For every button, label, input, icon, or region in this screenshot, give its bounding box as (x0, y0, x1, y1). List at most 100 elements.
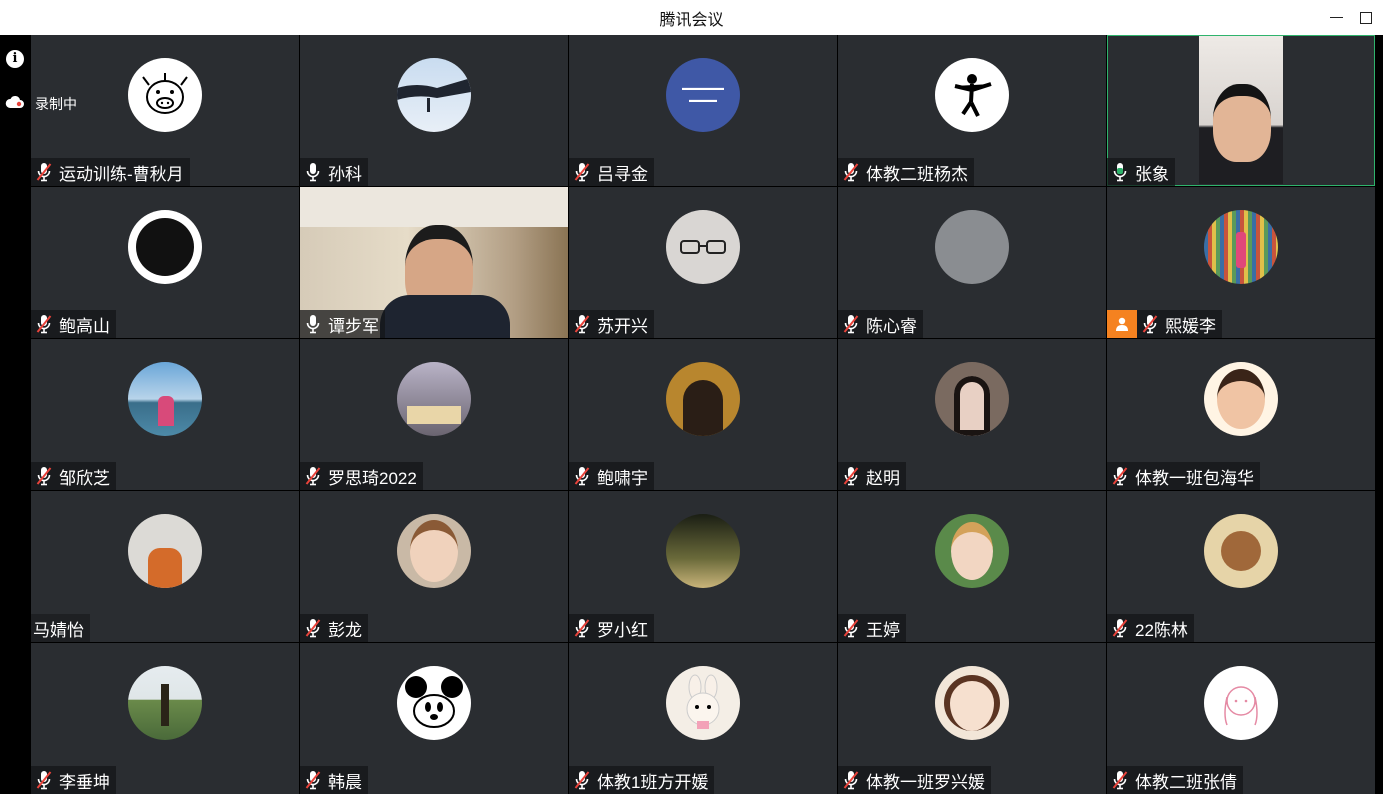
participant-avatar (128, 514, 202, 588)
mic-muted-icon (304, 770, 322, 790)
mic-muted-icon (1141, 314, 1159, 334)
participant-avatar (128, 666, 202, 740)
participant-tile[interactable]: 彭龙 (300, 491, 568, 642)
participant-tile[interactable]: 体教二班张倩 (1107, 643, 1375, 794)
mic-muted-icon (304, 618, 322, 638)
mic-icon (304, 162, 322, 182)
participant-avatar (128, 58, 202, 132)
participant-name: 孙科 (328, 164, 362, 184)
participant-name-tag: 运动训练-曹秋月 (31, 158, 190, 186)
participant-name: 韩晨 (328, 772, 362, 792)
participant-avatar (935, 514, 1009, 588)
participant-avatar (666, 362, 740, 436)
participant-avatar (397, 58, 471, 132)
participant-name: 张象 (1135, 164, 1169, 184)
mic-muted-icon (35, 770, 53, 790)
participant-tile[interactable]: 苏开兴 (569, 187, 837, 338)
info-icon: i (6, 50, 24, 68)
participant-name-tag: 罗小红 (569, 614, 654, 642)
participant-name: 运动训练-曹秋月 (59, 164, 184, 184)
participant-avatar (666, 666, 740, 740)
participant-tile[interactable]: 体教1班方开媛 (569, 643, 837, 794)
mic-muted-icon (842, 466, 860, 486)
participant-avatar (128, 210, 202, 284)
participant-tile[interactable]: 孙科 (300, 35, 568, 186)
participant-tile[interactable]: 体教二班杨杰 (838, 35, 1106, 186)
participant-avatar (397, 666, 471, 740)
participant-tile[interactable]: 赵明 (838, 339, 1106, 490)
participant-tile[interactable]: 陈心睿 (838, 187, 1106, 338)
participant-avatar (1204, 514, 1278, 588)
minimize-button[interactable] (1319, 0, 1353, 35)
participant-tile[interactable]: 22陈林 (1107, 491, 1375, 642)
participant-avatar (128, 362, 202, 436)
participant-tile[interactable]: 李垂坤 (31, 643, 299, 794)
participant-tile[interactable]: 罗小红 (569, 491, 837, 642)
participant-name: 苏开兴 (597, 316, 648, 336)
mic-muted-icon (1111, 466, 1129, 486)
participant-avatar (666, 210, 740, 284)
participant-name: 谭步军 (328, 316, 379, 336)
mic-muted-icon (842, 162, 860, 182)
participant-name: 马婧怡 (33, 620, 84, 640)
participant-name-tag: 张象 (1107, 158, 1175, 186)
participant-name: 邹欣芝 (59, 468, 110, 488)
participant-name: 体教二班张倩 (1135, 772, 1237, 792)
mic-muted-icon (573, 770, 591, 790)
participant-tile[interactable]: 体教一班罗兴媛 (838, 643, 1106, 794)
cloud-record-button[interactable] (4, 91, 26, 113)
mic-muted-icon (35, 466, 53, 486)
participant-avatar (935, 666, 1009, 740)
participant-name-tag: 彭龙 (300, 614, 368, 642)
cloud-icon (5, 95, 25, 108)
participant-name: 李垂坤 (59, 772, 110, 792)
participant-tile[interactable]: 邹欣芝 (31, 339, 299, 490)
participant-name: 彭龙 (328, 620, 362, 640)
participant-name: 体教一班罗兴媛 (866, 772, 985, 792)
mic-icon (1111, 162, 1129, 182)
title-bar: 腾讯会议 (0, 0, 1383, 35)
participant-tile[interactable]: 韩晨 (300, 643, 568, 794)
participant-name-tag: 苏开兴 (569, 310, 654, 338)
participant-tile[interactable]: 罗思琦2022 (300, 339, 568, 490)
participant-tile[interactable]: 鲍高山 (31, 187, 299, 338)
participant-tile[interactable]: 张象 (1107, 35, 1375, 186)
participant-name-tag: 赵明 (838, 462, 906, 490)
participant-name-tag: 熙媛李 (1137, 310, 1222, 338)
participant-tile[interactable]: 熙媛李 (1107, 187, 1375, 338)
participant-tile[interactable]: 鲍啸宇 (569, 339, 837, 490)
participant-name: 罗小红 (597, 620, 648, 640)
maximize-button[interactable] (1349, 0, 1383, 35)
participant-avatar: ▬▬▬▬▬▬ ▬▬▬▬ (666, 58, 740, 132)
participant-name: 22陈林 (1135, 620, 1188, 640)
mic-muted-icon (1111, 618, 1129, 638)
participant-name: 吕寻金 (597, 164, 648, 184)
participant-name-tag: 孙科 (300, 158, 368, 186)
participant-avatar (935, 58, 1009, 132)
maximize-icon (1360, 11, 1372, 24)
participant-name: 王婷 (866, 620, 900, 640)
mic-muted-icon (573, 618, 591, 638)
participant-name-tag: 吕寻金 (569, 158, 654, 186)
participant-name-tag: 王婷 (838, 614, 906, 642)
participant-tile[interactable]: ▬▬▬▬▬▬ ▬▬▬▬ 吕寻金 (569, 35, 837, 186)
mic-muted-icon (573, 162, 591, 182)
window-title: 腾讯会议 (659, 11, 724, 29)
mic-muted-icon (842, 770, 860, 790)
participant-avatar (935, 210, 1009, 284)
participant-tile[interactable]: 谭步军 (300, 187, 568, 338)
participant-tile[interactable]: 体教一班包海华 (1107, 339, 1375, 490)
mic-muted-icon (842, 314, 860, 334)
participant-grid: 运动训练-曹秋月 孙科 ▬▬▬▬▬▬ ▬▬▬▬ 吕寻金 体教二班杨杰 张象鲍高山 谭步军 苏开兴… (31, 35, 1383, 794)
mic-icon (304, 314, 322, 334)
participant-name: 陈心睿 (866, 316, 917, 336)
mic-muted-icon (35, 162, 53, 182)
participant-tile[interactable]: 王婷 (838, 491, 1106, 642)
participant-avatar (666, 514, 740, 588)
recording-status: 录制中 (35, 96, 77, 112)
participant-tile[interactable]: 马婧怡 (31, 491, 299, 642)
participant-avatar (397, 514, 471, 588)
participant-name-tag: 22陈林 (1107, 614, 1194, 642)
participant-name-tag: 体教一班包海华 (1107, 462, 1260, 490)
info-button[interactable]: i (4, 48, 26, 70)
